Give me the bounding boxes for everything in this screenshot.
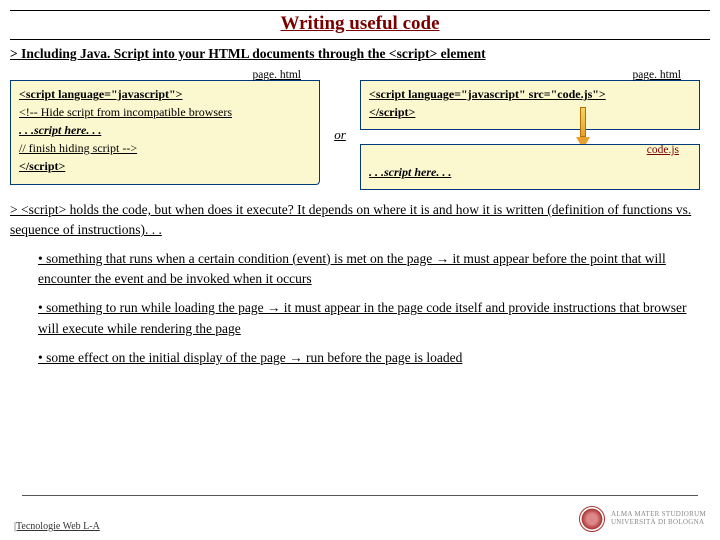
right1-l1: <script language="javascript" src="code.… <box>369 85 691 103</box>
footer: |Tecnologie Web L-A ALMA MATER STUDIORUM… <box>0 506 720 532</box>
left-l4: // finish hiding script --> <box>19 139 311 157</box>
rule-top <box>10 10 710 11</box>
footer-text: |Tecnologie Web L-A <box>14 521 100 532</box>
left-l5: </script> <box>19 157 311 175</box>
right-code-box-file: code.js . . .script here. . . <box>360 144 700 190</box>
rule-under-title <box>10 39 710 40</box>
explain-paragraph: > <script> holds the code, but when does… <box>10 200 710 241</box>
right-code-box-page: page. html <script language="javascript"… <box>360 80 700 130</box>
right-box2-label: code.js <box>647 142 679 159</box>
intro-line: > Including Java. Script into your HTML … <box>10 46 710 62</box>
university-logo: ALMA MATER STUDIORUM UNIVERSITÀ DI BOLOG… <box>579 506 706 532</box>
right-column: page. html <script language="javascript"… <box>360 66 710 190</box>
right-box1-label: page. html <box>632 67 681 84</box>
left-l3: . . .script here. . . <box>19 121 311 139</box>
or-separator: or <box>328 66 352 190</box>
university-name: ALMA MATER STUDIORUM UNIVERSITÀ DI BOLOG… <box>611 511 706 526</box>
left-box-label: page. html <box>252 67 301 84</box>
left-l2: <!-- Hide script from incompatible brows… <box>19 103 311 121</box>
arrow-down-icon <box>576 107 590 149</box>
left-l1: <script language="javascript"> <box>19 85 311 103</box>
bullet-list: • something that runs when a certain con… <box>38 249 710 370</box>
bullet-3: • some effect on the initial display of … <box>38 348 710 369</box>
para-text: <script> holds the code, but when does i… <box>10 202 691 237</box>
page-title: Writing useful code <box>10 13 710 35</box>
seal-icon <box>579 506 605 532</box>
para-prefix: > <box>10 202 21 217</box>
footer-rule <box>22 495 698 496</box>
bullet-2: • something to run while loading the pag… <box>38 298 710 340</box>
code-examples-row: page. html <script language="javascript"… <box>10 66 710 190</box>
right2-l1: . . .script here. . . <box>369 163 691 181</box>
intro-text: Including Java. Script into your HTML do… <box>21 46 486 61</box>
bullet-1: • something that runs when a certain con… <box>38 249 710 291</box>
left-code-box: page. html <script language="javascript"… <box>10 80 320 185</box>
intro-prefix: > <box>10 46 21 61</box>
right1-l2: </script> <box>369 103 691 121</box>
